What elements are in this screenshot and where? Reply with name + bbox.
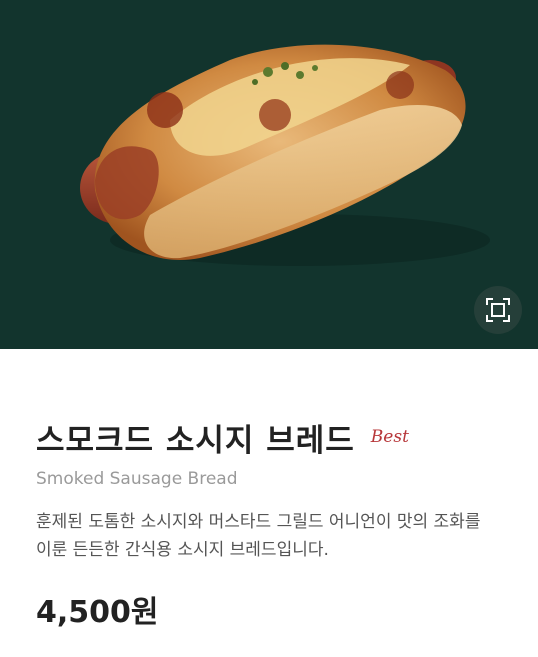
title-row: 스모크드 소시지 브레드 Best [36, 421, 502, 461]
product-name: 스모크드 소시지 브레드 [36, 423, 355, 459]
product-price: 4,500원 [36, 595, 159, 630]
product-info: 스모크드 소시지 브레드 Best Smoked Sausage Bread 훈… [0, 421, 538, 632]
best-badge: Best [370, 427, 409, 447]
product-image-area [0, 0, 538, 349]
product-image [80, 44, 490, 266]
product-english-name: Smoked Sausage Bread [36, 469, 238, 489]
zoom-button[interactable] [474, 286, 522, 334]
fullscreen-expand-icon [486, 298, 510, 322]
product-description: 훈제된 도톰한 소시지와 머스타드 그릴드 어니언이 맛의 조화를 이룬 든든한… [36, 512, 481, 560]
